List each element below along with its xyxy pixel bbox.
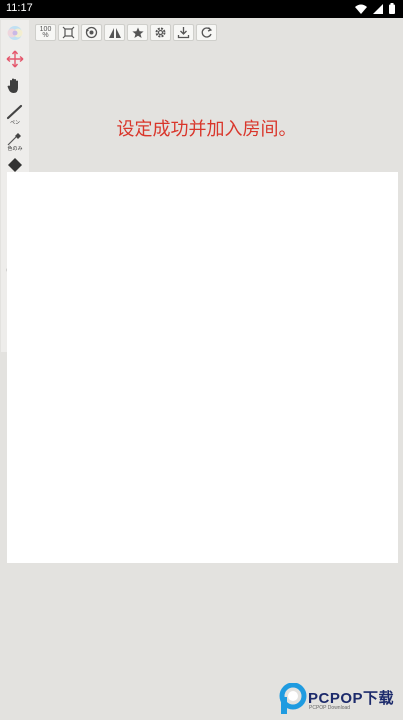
fit-screen-button[interactable] — [58, 24, 79, 41]
wifi-icon — [355, 4, 367, 14]
flip-icon — [108, 27, 121, 38]
hand-icon — [7, 78, 18, 93]
fit-screen-icon — [62, 26, 75, 39]
refresh-icon — [201, 27, 213, 38]
status-bar: 11:17 — [0, 0, 403, 18]
move-arrows-icon — [6, 50, 24, 68]
refresh-button[interactable] — [196, 24, 217, 41]
zoom-percent-label: % — [42, 31, 49, 39]
top-toolbar: 100 % — [35, 24, 217, 41]
pcpop-logo-icon — [279, 683, 307, 714]
diamond-shape-icon — [8, 158, 22, 172]
settings-button[interactable] — [150, 24, 171, 41]
download-icon — [177, 27, 190, 39]
hand-tool[interactable] — [1, 77, 29, 95]
fill-label: 色のみ — [7, 146, 23, 152]
pcpop-watermark: PCPOP下载 PCPOP Download — [278, 683, 403, 717]
zoom-100-button[interactable]: 100 % — [35, 24, 56, 41]
download-button[interactable] — [173, 24, 194, 41]
color-wheel-icon — [7, 26, 23, 40]
color-picker-tool[interactable] — [1, 24, 29, 42]
star-icon — [131, 27, 144, 38]
rotate-button[interactable] — [81, 24, 102, 41]
signal-icon — [373, 3, 383, 14]
drawing-canvas[interactable] — [7, 172, 398, 563]
status-message: 设定成功并加入房间。 — [116, 119, 297, 140]
move-tool[interactable] — [1, 50, 29, 68]
favorite-button[interactable] — [127, 24, 148, 41]
status-time: 11:17 — [6, 2, 33, 14]
flip-button[interactable] — [104, 24, 125, 41]
battery-icon — [389, 3, 395, 14]
rotate-icon — [85, 26, 98, 39]
gear-icon — [155, 27, 166, 38]
watermark-subtitle: PCPOP Download — [309, 705, 351, 711]
